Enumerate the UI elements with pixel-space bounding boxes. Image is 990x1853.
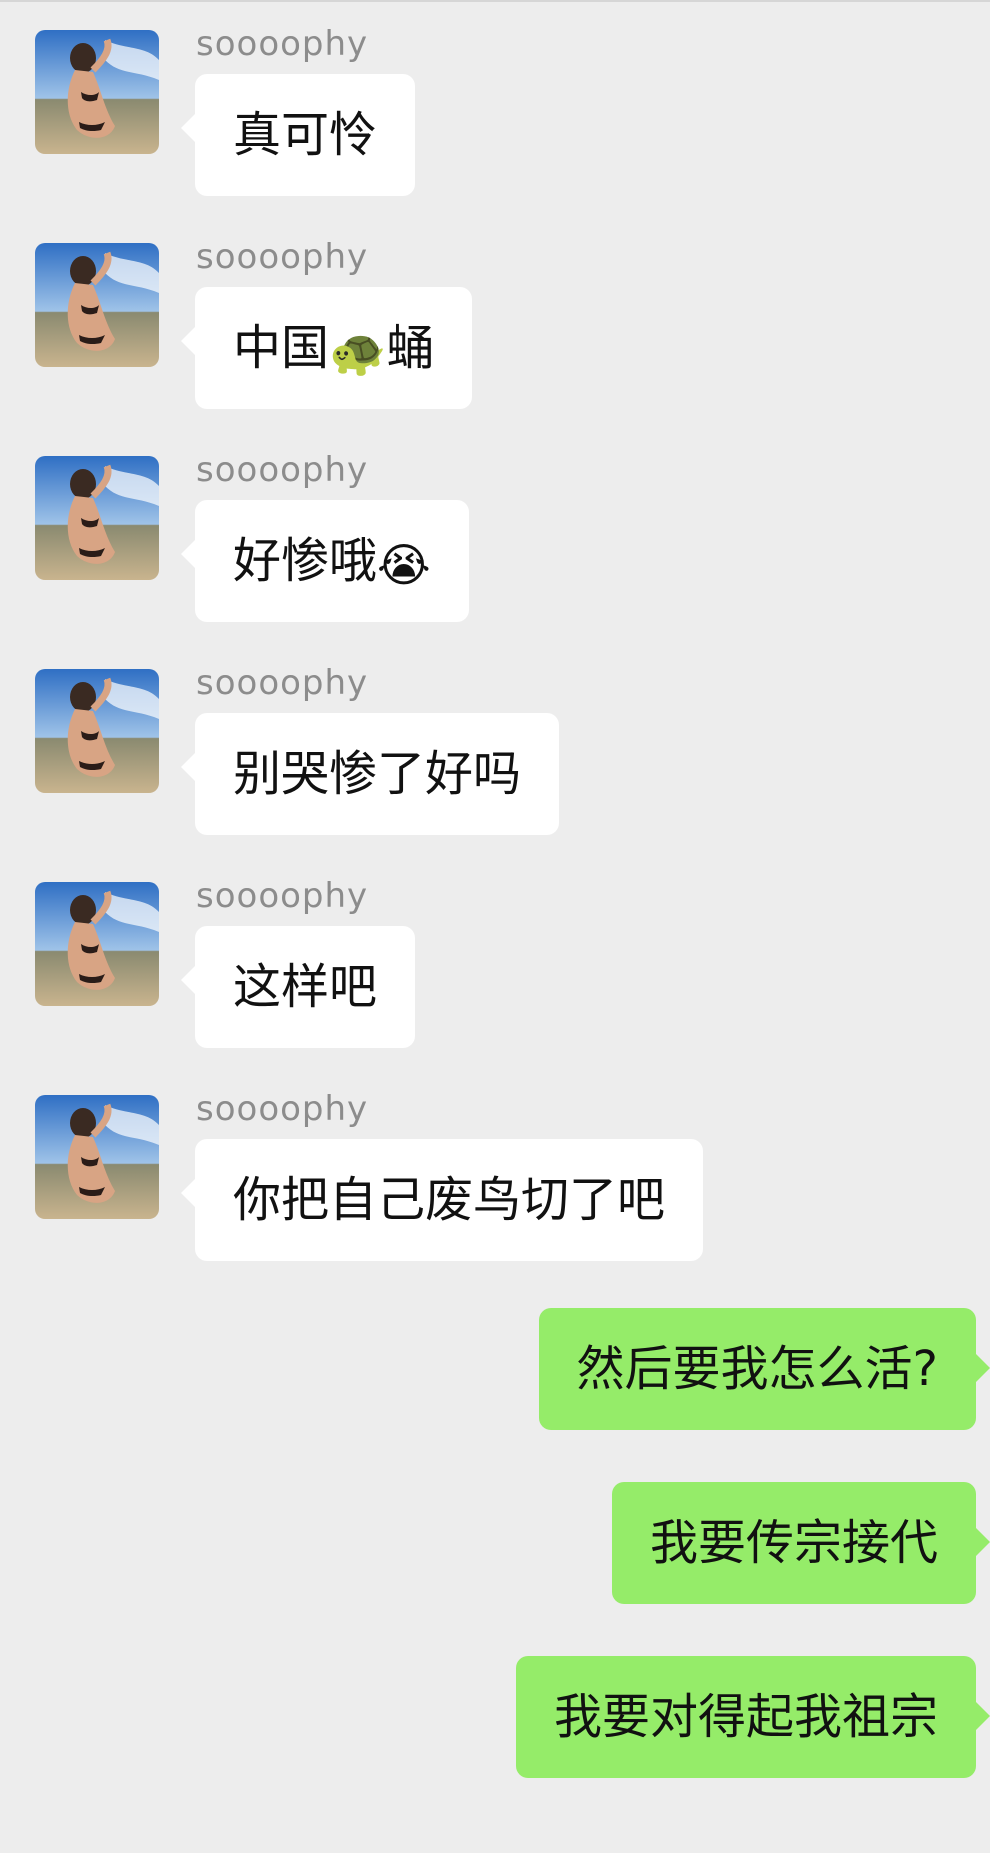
avatar[interactable] [35, 669, 159, 793]
sender-name: soooophy [196, 876, 369, 916]
avatar[interactable] [35, 456, 159, 580]
sender-name: soooophy [196, 237, 369, 277]
message-text: 中国 [233, 320, 330, 376]
message-text: 我要传宗接代 [649, 1515, 938, 1571]
message-bubble[interactable]: 你把自己废鸟切了吧 [180, 1139, 704, 1261]
top-divider [0, 0, 990, 2]
message-bubble[interactable]: 中国🐢蛹 [180, 287, 473, 409]
sender-name: soooophy [196, 450, 369, 490]
turtle-icon: 🐢 [329, 325, 387, 379]
message-text: 真可怜 [233, 107, 378, 163]
message-bubble[interactable]: 真可怜 [180, 74, 416, 196]
message-bubble[interactable]: 好惨哦😭 [181, 500, 469, 622]
message-text: 这样吧 [233, 959, 378, 1015]
message-text: 别哭惨了好吗 [233, 746, 522, 802]
message-bubble[interactable]: 别哭惨了好吗 [180, 713, 560, 835]
avatar[interactable] [35, 243, 159, 367]
outgoing-message-bubble[interactable]: 我要传宗接代 [611, 1482, 990, 1604]
sender-name: soooophy [196, 1089, 369, 1129]
message-text: 然后要我怎么活? [576, 1341, 938, 1397]
message-text: 我要对得起我祖宗 [553, 1689, 938, 1745]
message-text: 你把自己废鸟切了吧 [233, 1172, 666, 1228]
avatar[interactable] [35, 882, 159, 1006]
outgoing-message-bubble[interactable]: 我要对得起我祖宗 [515, 1656, 990, 1778]
loudly-crying-face-icon: 😭 [377, 538, 431, 592]
sender-name: soooophy [196, 663, 369, 703]
outgoing-message-bubble[interactable]: 然后要我怎么活? [538, 1308, 990, 1430]
avatar[interactable] [35, 30, 159, 154]
chat-window: soooophy 真可怜 soooophy 中国🐢蛹 soooophy 好惨哦😭… [0, 0, 990, 1853]
message-text: 好惨哦 [233, 533, 378, 589]
avatar[interactable] [35, 1095, 159, 1219]
message-text: 蛹 [386, 320, 435, 376]
sender-name: soooophy [196, 24, 369, 64]
message-bubble[interactable]: 这样吧 [180, 926, 416, 1048]
